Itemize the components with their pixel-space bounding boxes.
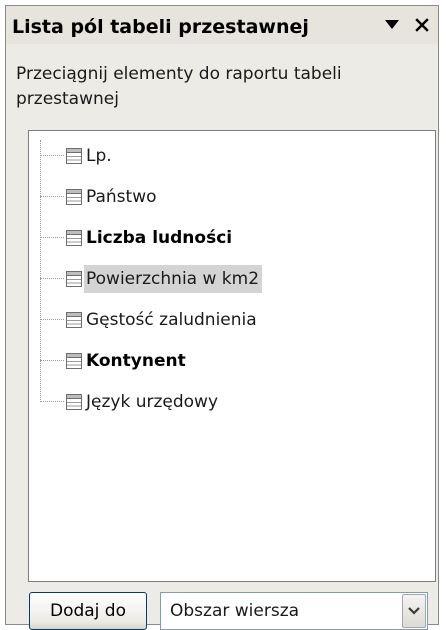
triangle-down-icon bbox=[385, 20, 399, 29]
field-item[interactable]: Lp. bbox=[40, 140, 420, 172]
add-to-button[interactable]: Dodaj do bbox=[29, 592, 147, 630]
field-label: Państwo bbox=[86, 187, 157, 207]
instruction-text: Przeciągnij elementy do raportu tabeli p… bbox=[16, 64, 342, 109]
field-label: Liczba ludności bbox=[86, 228, 233, 248]
field-list[interactable]: Lp. Państwo Liczba ludności Powierzchnia… bbox=[28, 130, 436, 582]
field-icon bbox=[66, 148, 82, 164]
close-icon bbox=[415, 18, 429, 32]
field-item[interactable]: Powierzchnia w km2 bbox=[40, 263, 420, 295]
pane-menu-button[interactable] bbox=[380, 12, 404, 38]
area-select[interactable]: Obszar wiersza bbox=[160, 592, 428, 630]
close-button[interactable] bbox=[410, 12, 434, 38]
tree-branch bbox=[40, 278, 64, 279]
field-item[interactable]: Język urzędowy bbox=[40, 386, 420, 418]
field-item[interactable]: Kontynent bbox=[40, 345, 420, 377]
field-icon bbox=[66, 312, 82, 328]
field-label: Lp. bbox=[86, 146, 112, 166]
area-select-value: Obszar wiersza bbox=[170, 601, 300, 621]
field-icon bbox=[66, 230, 82, 246]
tree-branch bbox=[40, 319, 64, 320]
field-item[interactable]: Gęstość zaludnienia bbox=[40, 304, 420, 336]
field-icon bbox=[66, 271, 82, 287]
tree-branch bbox=[40, 155, 64, 156]
pane-titlebar: Lista pól tabeli przestawnej bbox=[6, 6, 438, 44]
field-label: Język urzędowy bbox=[86, 392, 219, 412]
chevron-down-icon bbox=[408, 607, 420, 615]
tree-branch bbox=[40, 237, 64, 238]
field-icon bbox=[66, 189, 82, 205]
field-label: Kontynent bbox=[86, 351, 186, 371]
field-icon bbox=[66, 394, 82, 410]
field-item[interactable]: Liczba ludności bbox=[40, 222, 420, 254]
field-icon bbox=[66, 353, 82, 369]
pane-title: Lista pól tabeli przestawnej bbox=[12, 16, 309, 38]
area-dropdown-button[interactable] bbox=[402, 594, 426, 628]
tree-branch bbox=[40, 401, 64, 402]
field-label: Gęstość zaludnienia bbox=[86, 310, 257, 330]
tree-branch bbox=[40, 360, 64, 361]
tree-branch bbox=[40, 196, 64, 197]
pivot-field-list-pane: Lista pól tabeli przestawnej Przeciągnij… bbox=[5, 5, 439, 625]
field-item[interactable]: Państwo bbox=[40, 181, 420, 213]
field-label: Powierzchnia w km2 bbox=[84, 265, 263, 293]
